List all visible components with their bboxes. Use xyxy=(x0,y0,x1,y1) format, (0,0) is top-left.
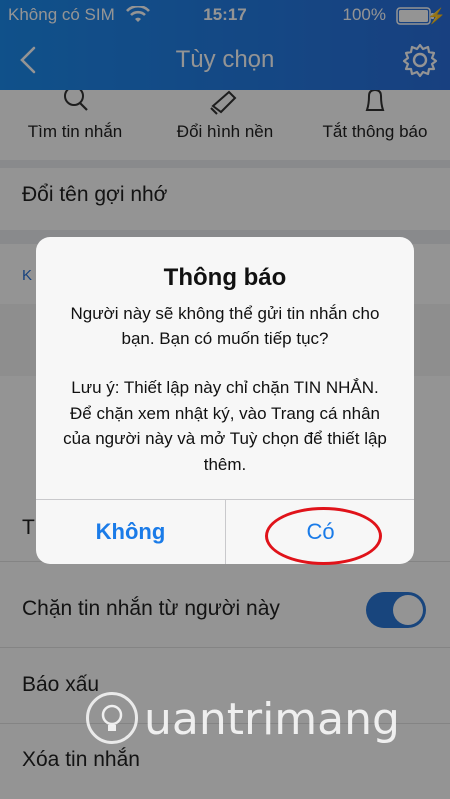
alert-message: Người này sẽ không thể gửi tin nhắn cho … xyxy=(70,304,380,348)
cancel-button[interactable]: Không xyxy=(36,500,225,564)
watermark-text: uantrimang xyxy=(144,694,400,745)
alert-title: Thông báo xyxy=(163,264,287,291)
highlight-circle xyxy=(265,507,382,565)
alert-note: Lưu ý: Thiết lập này chỉ chặn TIN NHẮN. … xyxy=(63,378,387,474)
watermark: uantrimang xyxy=(86,690,406,750)
lightbulb-icon xyxy=(86,692,138,744)
